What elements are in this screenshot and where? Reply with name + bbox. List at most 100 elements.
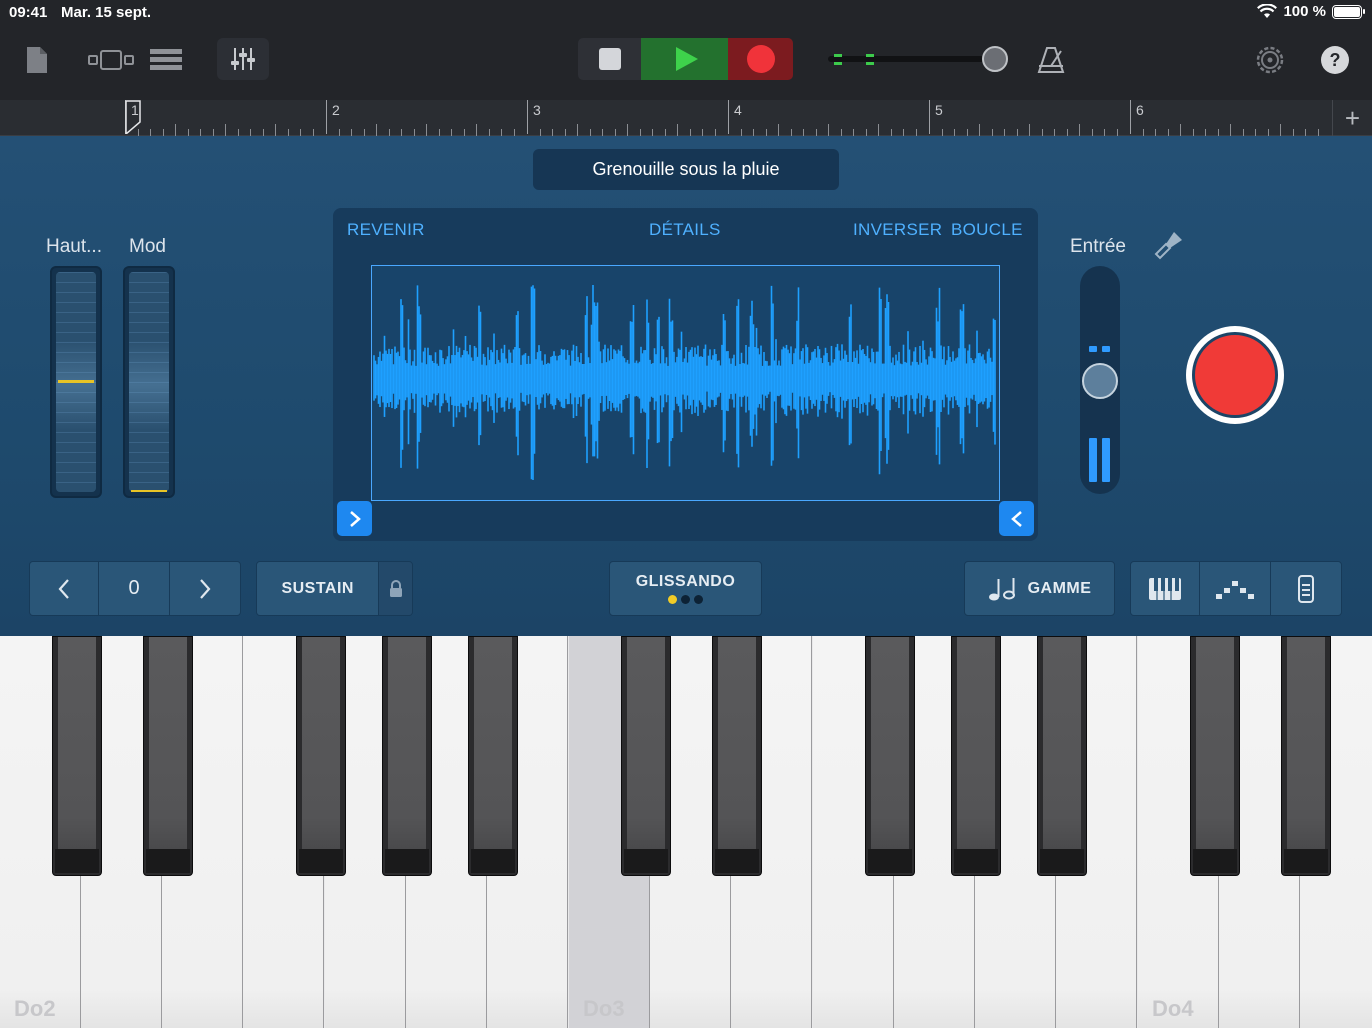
record-button[interactable] [728, 38, 793, 80]
volume-knob[interactable] [982, 46, 1008, 72]
ruler-tick [426, 124, 427, 136]
details-button[interactable]: DÉTAILS [649, 220, 721, 240]
ruler-tick [840, 129, 842, 136]
arpeggiator-button[interactable] [1200, 562, 1271, 615]
browser-view-button[interactable] [144, 40, 188, 80]
chevron-left-icon [1010, 510, 1022, 527]
ruler-tick [275, 124, 276, 136]
modulation-wheel[interactable] [123, 266, 175, 498]
mode-dot [694, 595, 703, 604]
timeline-ruler[interactable]: 1 2 3 4 5 6 + [0, 100, 1372, 136]
ruler-tick [790, 129, 792, 136]
ruler-tick [463, 129, 465, 136]
revert-button[interactable]: REVENIR [347, 220, 425, 240]
ruler-tick [1205, 129, 1206, 136]
ruler-tick [187, 129, 189, 136]
mixer-button[interactable] [217, 38, 269, 80]
ruler-tick [200, 129, 201, 136]
black-key[interactable] [468, 636, 518, 876]
ruler-tick [627, 124, 628, 136]
loop-button[interactable]: BOUCLE [951, 220, 1023, 240]
stop-button[interactable] [578, 38, 641, 80]
ruler-tick [1079, 124, 1080, 136]
settings-button[interactable] [1250, 40, 1290, 80]
ruler-tick [1292, 129, 1294, 136]
bar-number: 5 [935, 102, 943, 118]
play-button[interactable] [641, 38, 728, 80]
octave-down-button[interactable] [30, 562, 100, 615]
black-key[interactable] [621, 636, 671, 876]
mode-dot [681, 595, 690, 604]
waveform-display[interactable] [371, 265, 1000, 501]
chevron-right-icon [349, 510, 361, 527]
piano-keyboard: Do2 Do3 Do4 [0, 636, 1372, 1028]
keyboard-mode-selector [1130, 561, 1342, 616]
ruler-tick [1230, 124, 1231, 136]
black-key[interactable] [712, 636, 762, 876]
black-key[interactable] [143, 636, 193, 876]
battery-percent: 100 % [1283, 3, 1326, 20]
ruler-tick [941, 129, 943, 136]
glissando-button[interactable]: GLISSANDO [609, 561, 762, 616]
ruler-tick [413, 129, 415, 136]
input-jack-icon [1154, 232, 1182, 260]
black-key[interactable] [296, 636, 346, 876]
pitch-wheel-label: Haut... [46, 236, 102, 257]
level-meter-segment [1089, 438, 1097, 482]
my-songs-button[interactable] [20, 40, 54, 80]
sample-start-handle[interactable] [337, 501, 372, 536]
sustain-control: SUSTAIN [256, 561, 413, 616]
master-volume-slider[interactable] [828, 44, 1010, 74]
ruler-tick [488, 129, 490, 136]
add-section-button[interactable]: + [1332, 100, 1372, 136]
record-icon [1192, 332, 1278, 418]
input-level-slider[interactable] [1080, 266, 1120, 494]
gear-icon [1256, 46, 1284, 74]
pitch-bend-wheel[interactable] [50, 266, 102, 498]
ruler-tick [803, 129, 804, 136]
black-key[interactable] [382, 636, 432, 876]
bar-line [728, 100, 729, 134]
ruler-tick [878, 124, 879, 136]
scale-button[interactable]: GAMME [964, 561, 1115, 616]
octave-up-button[interactable] [169, 562, 240, 615]
volume-level-marker [834, 62, 842, 65]
black-key[interactable] [1281, 636, 1331, 876]
sampler-instrument-panel: Grenouille sous la pluie Haut... Mod REV… [0, 136, 1372, 636]
ruler-tick [602, 129, 603, 136]
ruler-tick [338, 129, 340, 136]
input-level-knob[interactable] [1082, 363, 1118, 399]
bar-line [1130, 100, 1131, 134]
black-key[interactable] [1037, 636, 1087, 876]
sample-record-button[interactable] [1186, 326, 1284, 424]
keyboard-mode-button[interactable] [1131, 562, 1201, 615]
black-key[interactable] [52, 636, 102, 876]
input-settings-button[interactable] [1152, 228, 1186, 262]
ruler-tick [765, 129, 767, 136]
play-icon [675, 47, 698, 71]
ruler-tick [753, 129, 754, 136]
sample-end-handle[interactable] [999, 501, 1034, 536]
metronome-button[interactable] [1030, 40, 1072, 80]
black-key[interactable] [1190, 636, 1240, 876]
playhead-marker[interactable] [125, 100, 143, 134]
key-label-do4: Do4 [1152, 996, 1194, 1021]
ruler-tick [552, 129, 553, 136]
sustain-lock-button[interactable] [379, 562, 412, 615]
black-key[interactable] [951, 636, 1001, 876]
help-button[interactable]: ? [1315, 40, 1355, 80]
keyboard-size-button[interactable] [1270, 562, 1341, 615]
preset-name-button[interactable]: Grenouille sous la pluie [533, 149, 839, 190]
black-key[interactable] [865, 636, 915, 876]
ruler-tick [1267, 129, 1269, 136]
sustain-button[interactable]: SUSTAIN [257, 562, 380, 615]
ruler-tick [1317, 129, 1319, 136]
ruler-tick [376, 124, 377, 136]
reverse-button[interactable]: INVERSER [853, 220, 942, 240]
ruler-tick [689, 129, 691, 136]
key-size-icon [1297, 574, 1314, 603]
ruler-tick [1029, 124, 1030, 136]
status-indicators: 100 % [1257, 3, 1365, 20]
piano-keys-icon [1149, 577, 1182, 600]
tracks-view-button[interactable] [86, 40, 136, 80]
